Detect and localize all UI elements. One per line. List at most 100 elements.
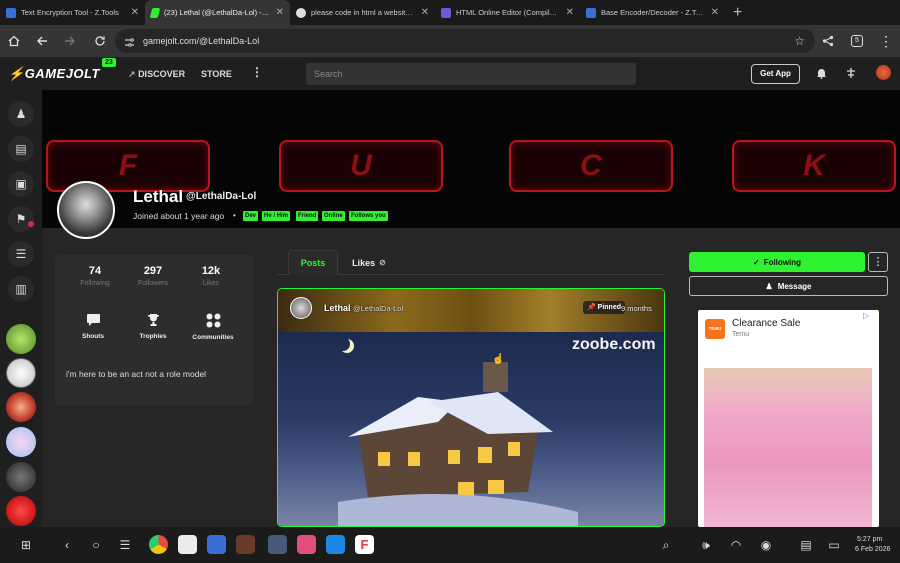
- profile-tag[interactable]: Online: [322, 211, 345, 221]
- chrome-app-icon[interactable]: [149, 535, 168, 554]
- close-tab-icon[interactable]: ✕: [711, 7, 719, 18]
- stat-followers[interactable]: 297 Followers: [128, 265, 178, 287]
- close-tab-icon[interactable]: ✕: [131, 7, 139, 18]
- communities-link[interactable]: Communities: [183, 313, 243, 341]
- profile-banner: F U C K: [42, 90, 900, 228]
- banner-key: C: [509, 140, 673, 192]
- share-icon[interactable]: [814, 25, 842, 57]
- community-avatar[interactable]: [6, 358, 36, 388]
- profile-joined: Joined about 1 year ago: [133, 211, 225, 221]
- quests-rail-icon[interactable]: ⚑: [8, 206, 34, 232]
- community-avatar[interactable]: [6, 324, 36, 354]
- post-author-avatar[interactable]: [290, 297, 312, 319]
- tab-favicon-icon: [6, 7, 16, 18]
- reload-icon[interactable]: [86, 25, 114, 57]
- clock-time[interactable]: 5:27 pm: [857, 536, 882, 543]
- game-app-icon[interactable]: [236, 535, 255, 554]
- browser-tab[interactable]: HTML Online Editor (Compiler, In ✕: [435, 0, 580, 25]
- app-icon[interactable]: [268, 535, 287, 554]
- browser-tab[interactable]: Text Encryption Tool - Z.Tools ✕: [0, 0, 145, 25]
- nav-store[interactable]: STORE: [201, 69, 232, 79]
- search-icon[interactable]: ⌕: [657, 536, 675, 554]
- store-rail-icon[interactable]: ▤: [8, 136, 34, 162]
- shouts-link[interactable]: Shouts: [63, 313, 123, 340]
- tab-title: Base Encoder/Decoder - Z.Tools: [601, 8, 706, 17]
- profile-tag[interactable]: Dev: [243, 211, 259, 221]
- browser-tab[interactable]: please code in html a website wh ✕: [290, 0, 435, 25]
- home-rail-icon[interactable]: ♟: [8, 101, 34, 127]
- forward-icon[interactable]: [56, 25, 84, 57]
- post-author-name[interactable]: Lethal: [324, 303, 351, 313]
- home-circle-icon[interactable]: ○: [87, 536, 105, 554]
- post-age: 9 months: [621, 304, 652, 313]
- tab-count-button[interactable]: 5: [843, 25, 871, 57]
- nav-discover-label: DISCOVER: [138, 69, 186, 79]
- close-tab-icon[interactable]: ✕: [276, 7, 284, 18]
- stat-following[interactable]: 74 Following: [70, 265, 120, 287]
- site-info-icon[interactable]: [124, 35, 135, 53]
- app-icon[interactable]: [326, 535, 345, 554]
- chat-rail-icon[interactable]: ☰: [8, 241, 34, 267]
- profile-tag[interactable]: Friend: [296, 211, 319, 221]
- friends-icon[interactable]: [845, 66, 857, 84]
- apps-grid-icon[interactable]: ⊞: [17, 536, 35, 554]
- backpack-rail-icon[interactable]: ▣: [8, 171, 34, 197]
- profile-tag[interactable]: Follows you: [349, 211, 388, 221]
- community-avatar[interactable]: [6, 392, 36, 422]
- new-tab-button[interactable]: +: [733, 4, 742, 22]
- stat-likes[interactable]: 12k Likes: [186, 265, 236, 287]
- hotspot-icon[interactable]: ◉: [757, 536, 775, 554]
- gamejolt-logo[interactable]: ⚡GAMEJOLT: [8, 66, 100, 82]
- logo-text: GAMEJOLT: [24, 66, 100, 81]
- address-bar[interactable]: gamejolt.com/@LethalDa-Lol ☆: [115, 29, 815, 53]
- browser-tab[interactable]: Base Encoder/Decoder - Z.Tools ✕: [580, 0, 725, 25]
- following-button[interactable]: ✓ Following: [689, 252, 865, 272]
- calculator-app-icon[interactable]: [178, 535, 197, 554]
- bookmark-star-icon[interactable]: ☆: [794, 34, 805, 48]
- alert-dot: [28, 221, 34, 227]
- message-icon: ♟: [765, 281, 773, 291]
- profile-more-button[interactable]: ⋮: [868, 252, 888, 272]
- app-icon[interactable]: F: [355, 535, 374, 554]
- tab-likes[interactable]: Likes ⊘: [339, 250, 399, 275]
- tab-posts[interactable]: Posts: [288, 250, 338, 275]
- bell-icon[interactable]: [816, 66, 827, 84]
- home-icon[interactable]: [0, 25, 28, 57]
- message-button[interactable]: ♟ Message: [689, 276, 888, 296]
- back-icon[interactable]: [28, 25, 56, 57]
- get-app-button[interactable]: Get App: [751, 64, 800, 84]
- more-menu-icon[interactable]: ⋮: [251, 65, 263, 79]
- community-avatar[interactable]: [6, 496, 36, 526]
- adchoices-icon[interactable]: ▷: [863, 311, 869, 320]
- close-tab-icon[interactable]: ✕: [566, 7, 574, 18]
- user-avatar[interactable]: [876, 65, 891, 80]
- app-icon[interactable]: [207, 535, 226, 554]
- profile-avatar[interactable]: [57, 181, 115, 239]
- battery-icon[interactable]: ▭: [825, 536, 843, 554]
- nav-discover[interactable]: ↗ DISCOVER: [128, 69, 185, 80]
- tab-count-label: 5: [851, 35, 863, 47]
- tab-likes-label: Likes: [352, 257, 376, 268]
- profile-tag[interactable]: He / Him: [262, 211, 291, 221]
- notes-icon[interactable]: ▤: [797, 536, 815, 554]
- clock-date[interactable]: 6 Feb 2026: [855, 546, 890, 553]
- wifi-icon[interactable]: ◠: [727, 536, 745, 554]
- library-rail-icon[interactable]: ▥: [8, 276, 34, 302]
- browser-menu-icon[interactable]: ⋮: [872, 25, 900, 57]
- browser-tab-active[interactable]: (23) Lethal (@LethalDa-Lol) - Ga ✕: [145, 0, 290, 25]
- browser-toolbar: gamejolt.com/@LethalDa-Lol ☆ 5 ⋮: [0, 25, 900, 57]
- close-tab-icon[interactable]: ✕: [421, 7, 429, 18]
- community-avatar[interactable]: [6, 462, 36, 492]
- trophies-link[interactable]: Trophies: [123, 313, 183, 340]
- advertisement[interactable]: TEMU Clearance Sale Temu ▷: [698, 310, 879, 527]
- site-search-input[interactable]: Search: [306, 63, 636, 85]
- following-label: Following: [763, 257, 802, 267]
- back-nav-icon[interactable]: ‹: [58, 536, 76, 554]
- post-media[interactable]: zoobe.com ☝: [278, 332, 664, 526]
- community-avatar[interactable]: [6, 427, 36, 457]
- pinned-post-card[interactable]: Lethal @LethalDa-Lol 📌 Pinned 9 months z…: [277, 288, 665, 527]
- volume-icon[interactable]: 🕪: [697, 536, 715, 554]
- tab-favicon-icon: [441, 7, 451, 18]
- recents-icon[interactable]: ☰: [116, 536, 134, 554]
- app-icon[interactable]: [297, 535, 316, 554]
